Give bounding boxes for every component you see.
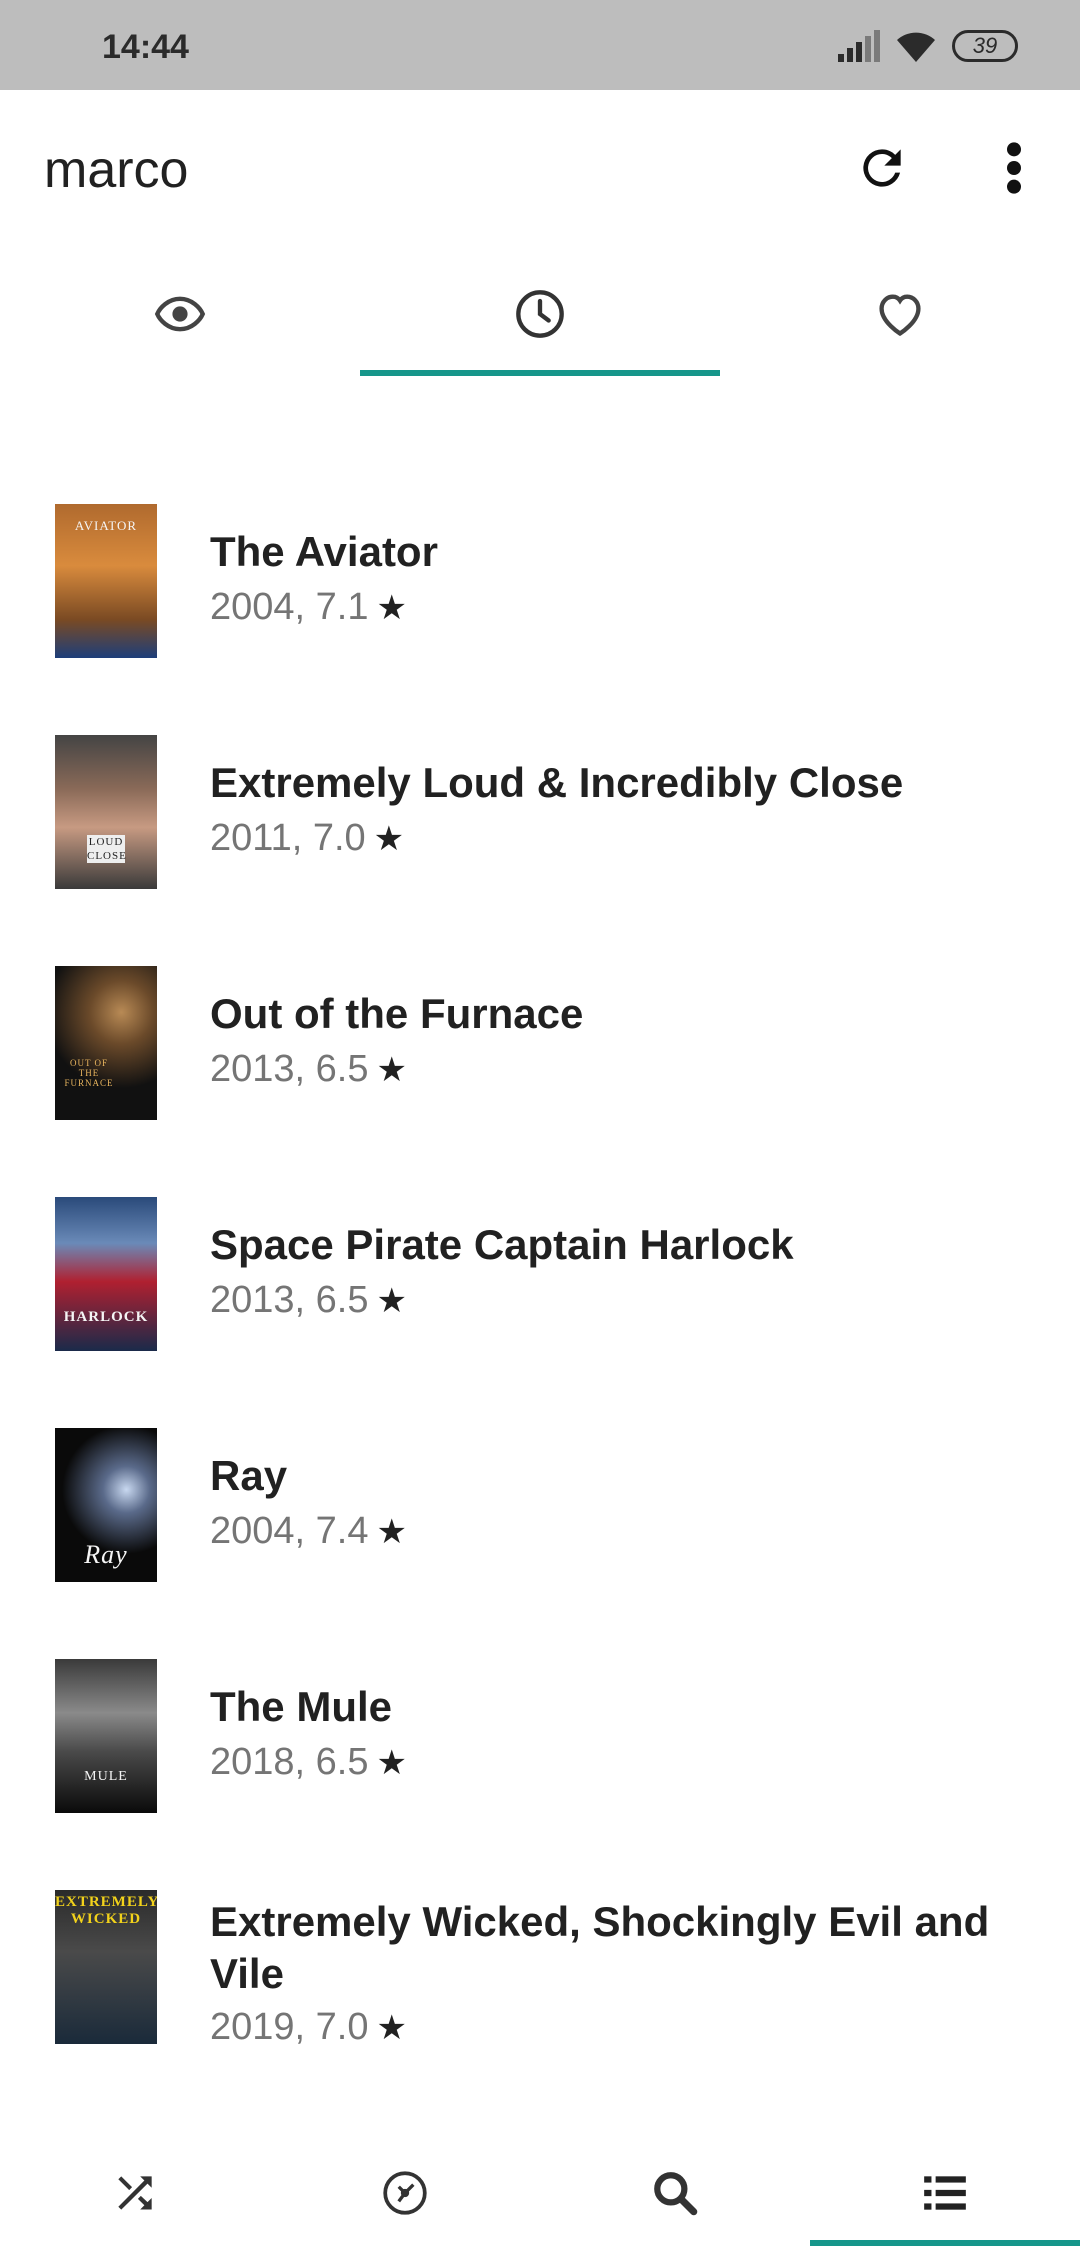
wifi-icon [897, 32, 935, 62]
star-icon: ★ [376, 2009, 407, 2047]
movie-poster: MULE [55, 1659, 157, 1813]
status-bar: 14:44 39 [0, 0, 1080, 90]
movie-poster: Ray [55, 1428, 157, 1582]
nav-discover[interactable] [270, 2140, 540, 2246]
status-time: 14:44 [102, 28, 189, 66]
shuffle-icon [118, 2176, 152, 2210]
search-icon [654, 2172, 698, 2216]
movie-meta: 2019, 7.0 ★ [210, 2006, 407, 2048]
list-icon [924, 2176, 966, 2210]
movie-title: Out of the Furnace [210, 990, 584, 1037]
refresh-icon[interactable] [854, 140, 910, 196]
list-item[interactable]: MULE The Mule 2018, 6.5 ★ [0, 1625, 1080, 1856]
nav-indicator [810, 2240, 1080, 2246]
list-item[interactable]: OUT OF THE FURNACE Out of the Furnace 20… [0, 932, 1080, 1163]
star-icon: ★ [376, 1051, 407, 1089]
movie-meta: 2004, 7.4 ★ [210, 1510, 407, 1552]
tab-watched[interactable] [0, 246, 360, 376]
movie-title: Space Pirate Captain Harlock [210, 1221, 794, 1268]
list-item[interactable]: HARLOCK Space Pirate Captain Harlock 201… [0, 1163, 1080, 1394]
movie-meta: 2004, 7.1 ★ [210, 586, 407, 628]
star-icon: ★ [373, 820, 405, 858]
tab-bar [0, 246, 1080, 376]
tab-watchlist[interactable] [360, 246, 720, 376]
star-icon: ★ [376, 1744, 407, 1782]
movie-title: Ray [210, 1452, 288, 1499]
tab-indicator [360, 370, 720, 376]
battery-indicator: 39 [952, 30, 1018, 62]
movie-meta: 2018, 6.5 ★ [210, 1741, 407, 1783]
heart-icon [879, 294, 921, 337]
tab-favorites[interactable] [720, 246, 1080, 376]
film-reel-icon [383, 2171, 427, 2215]
movie-poster: LOUD CLOSE [55, 735, 157, 889]
list-item[interactable]: AVIATOR The Aviator 2004, 7.1 ★ [0, 470, 1080, 701]
movie-poster: HARLOCK [55, 1197, 157, 1351]
clock-icon [516, 290, 564, 338]
movie-poster: OUT OF THE FURNACE [55, 966, 157, 1120]
list-item[interactable]: LOUD CLOSE Extremely Loud & Incredibly C… [0, 701, 1080, 932]
movie-meta: 2011, 7.0 ★ [210, 817, 405, 859]
nav-random[interactable] [0, 2140, 270, 2246]
movie-poster: AVIATOR [55, 504, 157, 658]
star-icon: ★ [376, 1513, 407, 1551]
list-item[interactable]: EXTREMELY WICKED Extremely Wicked, Shock… [0, 1856, 1080, 2116]
movie-poster: EXTREMELY WICKED [55, 1890, 157, 2044]
star-icon: ★ [376, 1282, 407, 1320]
eye-icon [154, 296, 206, 332]
list-item[interactable]: Ray Ray 2004, 7.4 ★ [0, 1394, 1080, 1625]
movie-title: The Mule [210, 1683, 393, 1730]
signal-icon [838, 30, 880, 62]
app-bar: marco [0, 90, 1080, 246]
nav-search[interactable] [540, 2140, 810, 2246]
movie-title: Extremely Loud & Incredibly Close [210, 759, 904, 806]
movie-meta: 2013, 6.5 ★ [210, 1279, 407, 1321]
movie-title: The Aviator [210, 528, 438, 575]
star-icon: ★ [376, 589, 407, 627]
movie-title: Extremely Wicked, Shockingly Evil and Vi… [210, 1898, 990, 1997]
page-title: marco [44, 141, 189, 199]
more-vert-icon[interactable] [996, 140, 1032, 196]
movie-meta: 2013, 6.5 ★ [210, 1048, 407, 1090]
bottom-nav [0, 2140, 1080, 2246]
nav-lists[interactable] [810, 2140, 1080, 2246]
